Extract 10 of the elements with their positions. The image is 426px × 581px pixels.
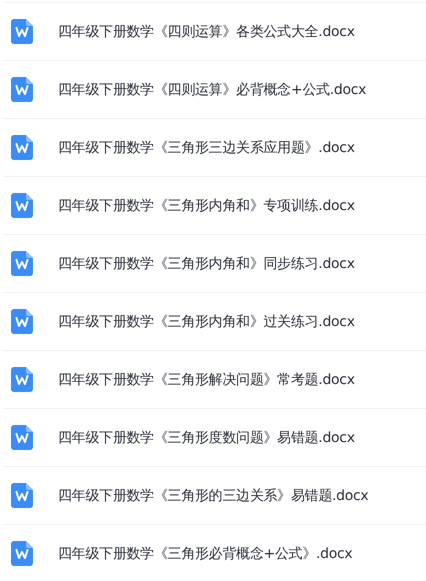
file-name[interactable]: 四年级下册数学《三角形内角和》过关练习.docx [58,312,355,330]
file-name[interactable]: 四年级下册数学《三角形内角和》同步练习.docx [58,254,355,272]
file-name[interactable]: 四年级下册数学《三角形三边关系应用题》.docx [58,138,355,156]
file-name[interactable]: 四年级下册数学《三角形必背概念+公式》.docx [58,544,352,562]
file-name[interactable]: 四年级下册数学《三角形解决问题》常考题.docx [58,370,355,388]
file-name[interactable]: 四年级下册数学《四则运算》各类公式大全.docx [58,22,355,40]
file-name[interactable]: 四年级下册数学《三角形内角和》专项训练.docx [58,196,355,214]
file-name[interactable]: 四年级下册数学《三角形度数问题》易错题.docx [58,428,355,446]
file-name[interactable]: 四年级下册数学《四则运算》必背概念+公式.docx [58,80,366,98]
file-name[interactable]: 四年级下册数学《三角形的三边关系》易错题.docx [58,486,368,504]
